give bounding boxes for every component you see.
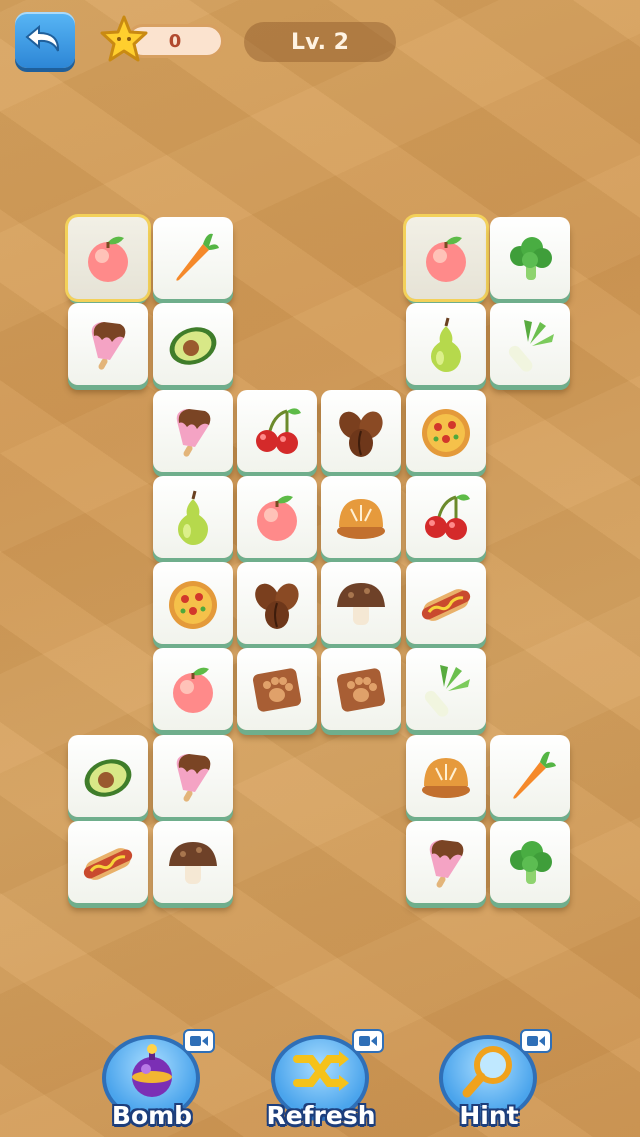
- coffee-beans-icon: [339, 411, 383, 457]
- tile-leek[interactable]: [490, 303, 570, 385]
- tile-coffee-beans[interactable]: [237, 562, 317, 644]
- mushroom-icon: [169, 842, 217, 884]
- popsicle-icon: [429, 840, 464, 888]
- leek-icon: [508, 320, 554, 372]
- tile-pear[interactable]: [406, 303, 486, 385]
- tile-bread[interactable]: [321, 476, 401, 558]
- cherry-icon: [425, 494, 470, 540]
- bomb-label: Bomb: [111, 1101, 193, 1130]
- hint-button[interactable]: Hint: [434, 1029, 552, 1130]
- tile-popsicle[interactable]: [153, 390, 233, 472]
- pear-icon: [431, 317, 461, 372]
- hotdog-icon: [421, 589, 471, 621]
- tile-popsicle[interactable]: [406, 821, 486, 903]
- peach-icon: [426, 236, 466, 282]
- popsicle-icon: [176, 409, 211, 457]
- tile-popsicle[interactable]: [153, 735, 233, 817]
- peach-icon: [257, 495, 297, 541]
- magnifier-icon: [462, 1046, 512, 1098]
- level-label: Lv. 2: [291, 29, 349, 55]
- tile-cherry[interactable]: [237, 390, 317, 472]
- avocado-icon: [84, 759, 132, 797]
- tile-carrot[interactable]: [490, 735, 570, 817]
- level-indicator: Lv. 2: [244, 22, 396, 62]
- peach-icon: [173, 667, 213, 713]
- video-ad-icon: [183, 1029, 215, 1053]
- tile-bread[interactable]: [406, 735, 486, 817]
- bread-icon: [422, 758, 470, 798]
- broccoli-icon: [510, 237, 552, 280]
- bread-icon: [337, 499, 385, 539]
- tile-mushroom[interactable]: [321, 562, 401, 644]
- star-icon: [100, 15, 148, 62]
- tile-pizza[interactable]: [153, 562, 233, 644]
- paw-biscuit-icon: [336, 668, 386, 712]
- score-value: 0: [168, 30, 182, 52]
- tile-coffee-beans[interactable]: [321, 390, 401, 472]
- score-panel: 0: [98, 15, 226, 62]
- tile-pear[interactable]: [153, 476, 233, 558]
- tile-avocado[interactable]: [153, 303, 233, 385]
- coffee-beans-icon: [255, 583, 299, 629]
- tile-cherry[interactable]: [406, 476, 486, 558]
- tile-peach[interactable]: [237, 476, 317, 558]
- hint-label: Hint: [459, 1101, 519, 1130]
- refresh-button[interactable]: Refresh: [266, 1029, 384, 1130]
- pear-icon: [178, 490, 208, 545]
- tile-avocado[interactable]: [68, 735, 148, 817]
- avocado-icon: [169, 327, 217, 365]
- paw-biscuit-icon: [252, 668, 302, 712]
- refresh-label: Refresh: [266, 1101, 376, 1130]
- tile-broccoli[interactable]: [490, 217, 570, 299]
- tile-broccoli[interactable]: [490, 821, 570, 903]
- pizza-icon: [422, 409, 470, 457]
- tile-mushroom[interactable]: [153, 821, 233, 903]
- cherry-icon: [256, 408, 301, 454]
- broccoli-icon: [510, 841, 552, 884]
- tile-peach[interactable]: [153, 648, 233, 730]
- shuffle-icon: [293, 1051, 349, 1091]
- tile-pizza[interactable]: [406, 390, 486, 472]
- hotdog-icon: [83, 848, 133, 880]
- tile-paw-biscuit[interactable]: [321, 648, 401, 730]
- tile-peach[interactable]: [68, 217, 148, 299]
- bomb-icon: [132, 1044, 172, 1097]
- tile-hotdog[interactable]: [68, 821, 148, 903]
- tile-leek[interactable]: [406, 648, 486, 730]
- tile-hotdog[interactable]: [406, 562, 486, 644]
- tile-carrot[interactable]: [153, 217, 233, 299]
- video-ad-icon: [520, 1029, 552, 1053]
- carrot-icon: [513, 751, 556, 799]
- pizza-icon: [169, 581, 217, 629]
- tile-paw-biscuit[interactable]: [237, 648, 317, 730]
- popsicle-icon: [91, 322, 126, 370]
- tile-popsicle[interactable]: [68, 303, 148, 385]
- video-ad-icon: [352, 1029, 384, 1053]
- mushroom-icon: [337, 583, 385, 625]
- bomb-button[interactable]: Bomb: [97, 1029, 215, 1130]
- carrot-icon: [176, 233, 219, 281]
- leek-icon: [424, 665, 470, 717]
- back-button[interactable]: [15, 12, 75, 68]
- undo-arrow-icon: [25, 24, 60, 52]
- popsicle-icon: [176, 754, 211, 802]
- wood-board-background: [0, 0, 640, 1137]
- tile-peach[interactable]: [406, 217, 486, 299]
- peach-icon: [88, 236, 128, 282]
